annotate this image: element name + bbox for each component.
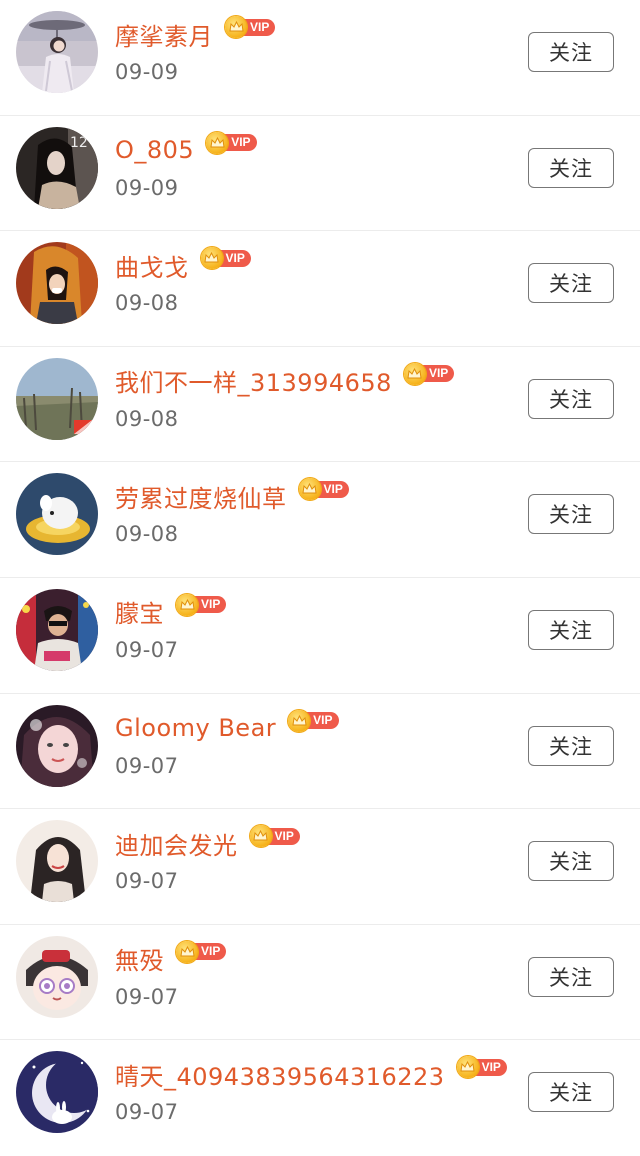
crown-icon — [298, 478, 321, 501]
crown-icon — [176, 940, 198, 963]
follow-button[interactable]: 关注 — [528, 609, 614, 650]
avatar[interactable]: 12 — [16, 126, 98, 209]
user-name[interactable]: 我们不一样_313994658 — [115, 363, 392, 398]
user-name[interactable]: 晴天_40943839564316223 — [115, 1057, 445, 1092]
follow-date: 09-07 — [115, 1100, 179, 1125]
user-name[interactable]: O_805 — [115, 136, 194, 164]
list-item[interactable]: 我们不一样_313994658 VIP 09-08 关注 — [0, 347, 640, 463]
user-name[interactable]: 曲戈戈 — [115, 248, 189, 283]
follow-date: 09-07 — [115, 984, 179, 1009]
list-item[interactable]: 晴天_40943839564316223 VIP 09-07 关注 — [0, 1040, 640, 1156]
crown-icon — [225, 16, 247, 38]
follow-date: 09-07 — [115, 869, 179, 894]
vip-badge: VIP — [249, 825, 300, 848]
user-name[interactable]: Gloomy Bear — [115, 714, 276, 742]
list-item[interactable]: 劳累过度烧仙草 VIP 09-08 关注 — [0, 462, 640, 578]
follow-date: 09-08 — [115, 406, 179, 431]
avatar[interactable] — [16, 820, 98, 903]
list-item[interactable]: 12 O_805 VIP 09-09 关注 — [0, 116, 640, 232]
user-name[interactable]: 朦宝 — [115, 594, 164, 629]
list-item[interactable]: 摩挲素月 VIP 09-09 关注 — [0, 0, 640, 116]
list-item[interactable]: Gloomy Bear VIP 09-07 关注 — [0, 694, 640, 810]
vip-badge: VIP — [225, 16, 276, 38]
follow-date: 09-07 — [115, 637, 179, 662]
avatar[interactable] — [16, 1051, 98, 1134]
user-name[interactable]: 劳累过度烧仙草 — [115, 479, 287, 514]
follow-button[interactable]: 关注 — [528, 841, 614, 882]
vip-badge: VIP — [456, 1056, 507, 1079]
svg-text:12: 12 — [70, 135, 88, 151]
follow-button[interactable]: 关注 — [528, 147, 614, 188]
avatar[interactable] — [16, 242, 98, 325]
follow-date: 09-07 — [115, 753, 179, 778]
follow-date: 09-08 — [115, 291, 179, 316]
avatar[interactable] — [16, 357, 98, 440]
avatar[interactable] — [16, 935, 98, 1018]
vip-badge: VIP — [288, 709, 339, 732]
crown-icon — [200, 247, 223, 270]
list-item[interactable]: 迪加会发光 VIP 09-07 关注 — [0, 809, 640, 925]
vip-badge: VIP — [403, 362, 455, 385]
crown-icon — [206, 131, 229, 154]
vip-badge: VIP — [206, 131, 257, 154]
avatar[interactable] — [16, 473, 98, 556]
user-name[interactable]: 摩挲素月 — [115, 17, 213, 52]
list-item[interactable]: 朦宝 VIP 09-07 关注 — [0, 578, 640, 694]
follow-date: 09-09 — [115, 175, 179, 200]
vip-badge: VIP — [298, 478, 349, 501]
vip-badge: VIP — [176, 940, 227, 963]
vip-badge: VIP — [176, 593, 227, 616]
user-name[interactable]: 迪加会发光 — [115, 826, 238, 861]
crown-icon — [176, 593, 198, 616]
follow-button[interactable]: 关注 — [528, 32, 614, 72]
crown-icon — [403, 362, 426, 385]
follow-button[interactable]: 关注 — [528, 378, 614, 419]
crown-icon — [288, 709, 311, 732]
avatar[interactable] — [16, 588, 98, 671]
list-item[interactable]: 曲戈戈 VIP 09-08 关注 — [0, 231, 640, 347]
user-name[interactable]: 無殁 — [115, 941, 164, 976]
avatar[interactable] — [16, 11, 98, 93]
avatar[interactable] — [16, 704, 98, 787]
crown-icon — [249, 825, 272, 848]
user-list: 摩挲素月 VIP 09-09 关注 12 O_805 VIP 09-09 关注 … — [0, 0, 640, 1156]
crown-icon — [456, 1056, 479, 1079]
follow-button[interactable]: 关注 — [528, 263, 614, 304]
follow-button[interactable]: 关注 — [528, 725, 614, 766]
follow-button[interactable]: 关注 — [528, 1072, 614, 1113]
follow-button[interactable]: 关注 — [528, 494, 614, 535]
follow-date: 09-08 — [115, 522, 179, 547]
vip-badge: VIP — [200, 247, 251, 270]
follow-button[interactable]: 关注 — [528, 956, 614, 997]
follow-date: 09-09 — [115, 60, 179, 84]
list-item[interactable]: 無殁 VIP 09-07 关注 — [0, 925, 640, 1041]
